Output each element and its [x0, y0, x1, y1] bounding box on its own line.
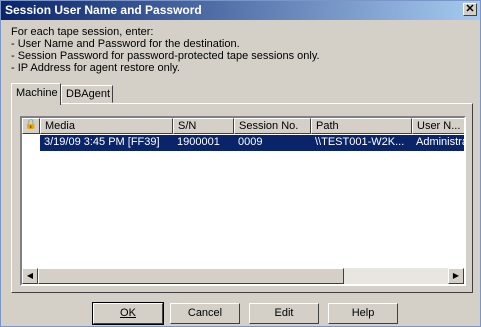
instruction-line: - User Name and Password for the destina…: [11, 38, 240, 50]
horizontal-scrollbar[interactable]: ◀ ▶: [22, 268, 464, 284]
title-bar[interactable]: Session User Name and Password ✕: [1, 1, 480, 20]
lock-icon: 🔒: [24, 119, 38, 130]
left-arrow-icon: ◀: [26, 271, 34, 280]
scroll-thumb[interactable]: [38, 268, 344, 284]
instruction-line: - IP Address for agent restore only.: [11, 62, 180, 74]
tab-dbagent[interactable]: DBAgent: [61, 85, 113, 103]
list-header: 🔒 Media S/N Session No. Path User N...: [22, 118, 464, 134]
ok-label: OK: [120, 307, 136, 319]
instruction-line: For each tape session, enter:: [11, 26, 154, 38]
edit-button[interactable]: Edit: [249, 303, 319, 324]
help-button[interactable]: Help: [328, 303, 398, 324]
cancel-button[interactable]: Cancel: [170, 303, 240, 324]
instruction-line: - Session Password for password-protecte…: [11, 50, 320, 62]
row-session: 0009: [234, 135, 311, 151]
help-label: Help: [351, 307, 375, 319]
instructions: For each tape session, enter: - User Nam…: [11, 26, 320, 74]
edit-label: Edit: [274, 307, 294, 319]
column-header-session[interactable]: Session No.: [234, 118, 311, 134]
column-header-user[interactable]: User N...: [412, 118, 464, 134]
window-title: Session User Name and Password: [5, 3, 202, 17]
scroll-left-button[interactable]: ◀: [22, 268, 38, 284]
table-row[interactable]: 3/19/09 3:45 PM [FF39] 1900001 0009 \\TE…: [22, 135, 464, 151]
cancel-label: Cancel: [187, 307, 223, 319]
scroll-right-button[interactable]: ▶: [448, 268, 464, 284]
row-lock-cell: [22, 135, 40, 151]
close-button[interactable]: ✕: [463, 3, 477, 16]
ok-button[interactable]: OK: [92, 302, 164, 325]
dialog-window: Session User Name and Password ✕ For eac…: [0, 0, 481, 327]
session-list[interactable]: 🔒 Media S/N Session No. Path User N... 3…: [20, 116, 466, 286]
row-user: Administrat: [412, 135, 464, 151]
tab-panel: 🔒 Media S/N Session No. Path User N... 3…: [11, 103, 473, 293]
column-header-sn[interactable]: S/N: [173, 118, 234, 134]
column-header-media[interactable]: Media: [40, 118, 173, 134]
row-media: 3/19/09 3:45 PM [FF39]: [40, 135, 173, 151]
column-header-lock[interactable]: 🔒: [22, 118, 40, 134]
row-path: \\TEST001-W2K...: [311, 135, 412, 151]
row-sn: 1900001: [173, 135, 234, 151]
close-icon: ✕: [465, 3, 475, 15]
column-header-path[interactable]: Path: [311, 118, 412, 134]
right-arrow-icon: ▶: [452, 271, 460, 280]
tab-machine[interactable]: Machine: [11, 83, 61, 105]
